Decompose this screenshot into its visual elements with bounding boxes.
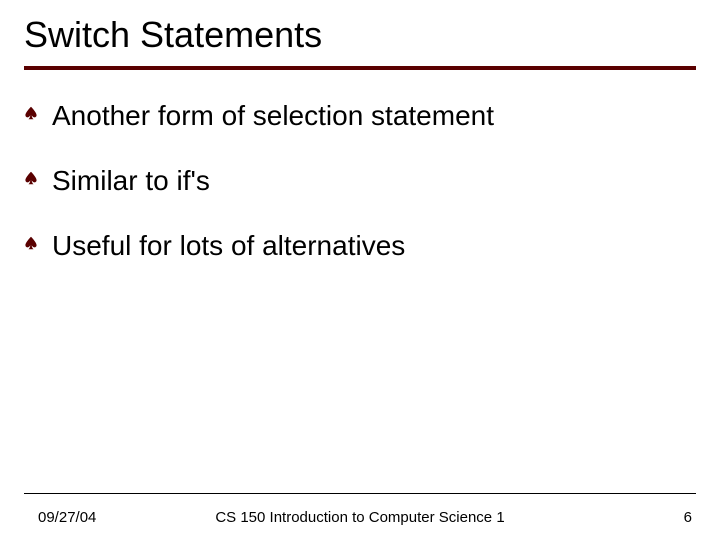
slide-content: Another form of selection statement Simi… bbox=[0, 70, 720, 263]
spade-icon bbox=[24, 106, 38, 120]
slide-title: Switch Statements bbox=[0, 0, 720, 56]
spade-icon bbox=[24, 236, 38, 250]
list-item: Similar to if's bbox=[24, 163, 696, 198]
list-item: Useful for lots of alternatives bbox=[24, 228, 696, 263]
footer-page-number: 6 bbox=[684, 509, 692, 526]
slide-footer: 09/27/04 CS 150 Introduction to Computer… bbox=[0, 494, 720, 540]
spade-icon bbox=[24, 171, 38, 185]
bullet-text: Another form of selection statement bbox=[52, 98, 494, 133]
bullet-text: Useful for lots of alternatives bbox=[52, 228, 405, 263]
bullet-text: Similar to if's bbox=[52, 163, 210, 198]
list-item: Another form of selection statement bbox=[24, 98, 696, 133]
footer-course: CS 150 Introduction to Computer Science … bbox=[0, 509, 720, 526]
